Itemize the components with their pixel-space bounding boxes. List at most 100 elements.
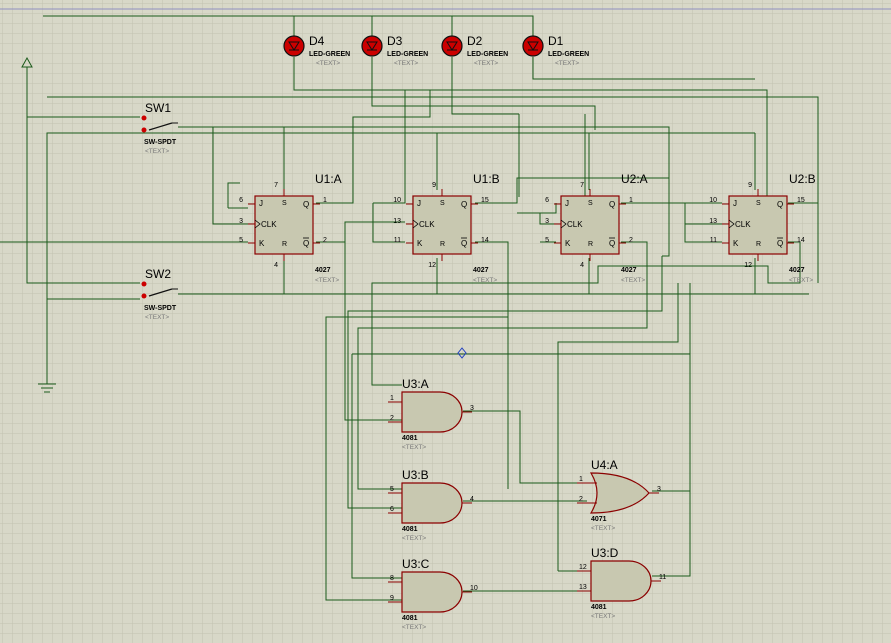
pin-q-number: 15	[481, 197, 489, 204]
input2-pin-number: 2	[579, 496, 583, 503]
pin-s-number: 9	[432, 182, 436, 189]
led-ref-label: D2	[467, 34, 483, 48]
led-text-placeholder: <TEXT>	[316, 60, 340, 67]
led-ref-label: D4	[309, 34, 325, 48]
pin-r-label: R	[282, 241, 287, 248]
pin-q-label: Q	[303, 200, 309, 209]
pin-r-label: R	[756, 241, 761, 248]
pin-r-label: R	[440, 241, 445, 248]
gate-text-placeholder: <TEXT>	[402, 444, 426, 451]
flipflop-text-placeholder: <TEXT>	[473, 277, 497, 284]
gate-ref-label: U4:A	[591, 458, 618, 472]
pin-qbar-label: Q	[609, 239, 615, 248]
switch-contact-bottom	[141, 293, 147, 299]
switch-value-label: SW-SPDT	[144, 305, 177, 312]
pin-qbar-label: Q	[303, 239, 309, 248]
input2-pin-number: 6	[390, 506, 394, 513]
output-pin-number: 4	[470, 496, 474, 503]
pin-j-number: 10	[393, 197, 401, 204]
pin-j-label: J	[565, 199, 569, 208]
flipflop-part-label: 4027	[621, 267, 637, 274]
pin-qbar-label: Q	[777, 239, 783, 248]
switch-contact-top	[141, 281, 147, 287]
pin-j-number: 10	[709, 197, 717, 204]
pin-j-number: 6	[545, 197, 549, 204]
flipflop-ref-label: U1:B	[473, 172, 500, 186]
gate-part-label: 4081	[591, 604, 607, 611]
input2-pin-number: 9	[390, 595, 394, 602]
flipflop-ref-label: U1:A	[315, 172, 342, 186]
input1-pin-number: 12	[579, 564, 587, 571]
pin-qbar-number: 2	[323, 237, 327, 244]
output-pin-number: 10	[470, 585, 478, 592]
input2-pin-number: 2	[390, 415, 394, 422]
gate-ref-label: U3:C	[402, 557, 430, 571]
pin-k-number: 5	[239, 237, 243, 244]
gate-part-label: 4071	[591, 516, 607, 523]
gate-part-label: 4081	[402, 435, 418, 442]
pin-q-label: Q	[461, 200, 467, 209]
led-body	[361, 35, 383, 57]
pin-s-label: S	[756, 200, 761, 207]
and-gate-body	[401, 482, 463, 524]
input1-pin-number: 8	[390, 575, 394, 582]
led-text-placeholder: <TEXT>	[394, 60, 418, 67]
pin-j-number: 6	[239, 197, 243, 204]
switch-ref-label: SW1	[145, 101, 171, 115]
pin-clk-number: 3	[545, 218, 549, 225]
pin-r-number: 4	[274, 262, 278, 269]
grid-background	[0, 0, 891, 643]
pin-r-number: 12	[428, 262, 436, 269]
led-ref-label: D1	[548, 34, 564, 48]
led-value-label: LED-GREEN	[548, 51, 589, 58]
flipflop-part-label: 4027	[473, 267, 489, 274]
pin-clk-number: 13	[709, 218, 717, 225]
input1-pin-number: 1	[390, 395, 394, 402]
pin-qbar-number: 14	[797, 237, 805, 244]
input1-pin-number: 1	[579, 476, 583, 483]
flipflop-text-placeholder: <TEXT>	[621, 277, 645, 284]
pin-r-number: 4	[580, 262, 584, 269]
pin-clk-label: CLK	[261, 220, 277, 229]
led-text-placeholder: <TEXT>	[474, 60, 498, 67]
led-value-label: LED-GREEN	[309, 51, 350, 58]
pin-q-label: Q	[609, 200, 615, 209]
led-body	[522, 35, 544, 57]
pin-s-label: S	[282, 200, 287, 207]
gate-text-placeholder: <TEXT>	[591, 613, 615, 620]
pin-q-number: 15	[797, 197, 805, 204]
flipflop-ref-label: U2:B	[789, 172, 816, 186]
pin-qbar-number: 14	[481, 237, 489, 244]
gate-text-placeholder: <TEXT>	[402, 535, 426, 542]
led-ref-label: D3	[387, 34, 403, 48]
gate-part-label: 4081	[402, 615, 418, 622]
pin-k-label: K	[733, 239, 739, 248]
led-text-placeholder: <TEXT>	[555, 60, 579, 67]
output-pin-number: 3	[470, 405, 474, 412]
and-gate-body	[401, 391, 463, 433]
pin-clk-number: 13	[393, 218, 401, 225]
schematic-canvas[interactable]: D4 LED-GREEN <TEXT> D3 LED-GREEN <TEXT> D2 LED-…	[0, 0, 891, 643]
pin-r-label: R	[588, 241, 593, 248]
input2-pin-number: 13	[579, 584, 587, 591]
pin-r-number: 12	[744, 262, 752, 269]
output-pin-number: 3	[657, 486, 661, 493]
gate-part-label: 4081	[402, 526, 418, 533]
gate-text-placeholder: <TEXT>	[591, 525, 615, 532]
pin-qbar-number: 2	[629, 237, 633, 244]
and-gate-body	[401, 571, 463, 613]
switch-contact-bottom	[141, 127, 147, 133]
gate-ref-label: U3:B	[402, 468, 429, 482]
input1-pin-number: 5	[390, 486, 394, 493]
pin-s-label: S	[440, 200, 445, 207]
switch-text-placeholder: <TEXT>	[145, 314, 169, 321]
pin-s-number: 7	[580, 182, 584, 189]
led-body	[283, 35, 305, 57]
flipflop-text-placeholder: <TEXT>	[789, 277, 813, 284]
pin-s-number: 9	[748, 182, 752, 189]
pin-clk-label: CLK	[567, 220, 583, 229]
switch-contact-top	[141, 115, 147, 121]
pin-k-number: 11	[394, 237, 401, 244]
flipflop-part-label: 4027	[315, 267, 331, 274]
flipflop-part-label: 4027	[789, 267, 805, 274]
